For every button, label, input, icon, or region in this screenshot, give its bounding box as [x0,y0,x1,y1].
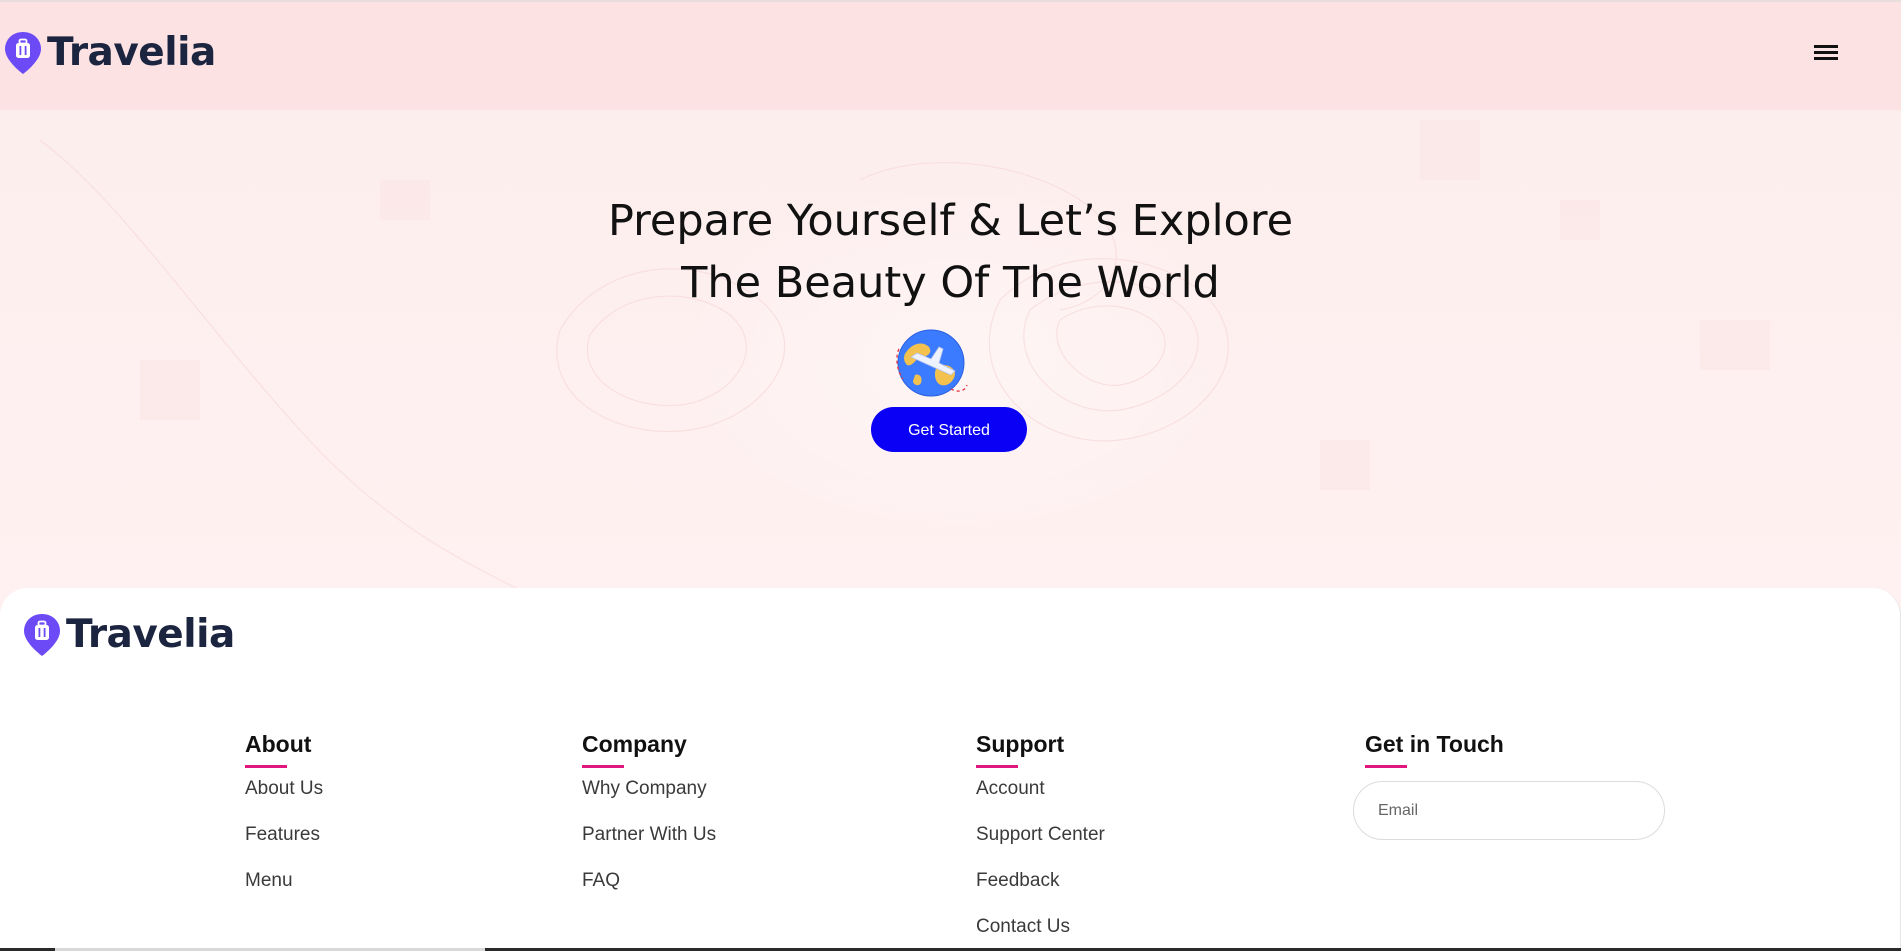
site-header: Travelia [0,0,1901,110]
brand-name: Travelia [47,30,216,75]
footer-link-why-company[interactable]: Why Company [582,778,716,800]
heading-underline [245,765,287,768]
luggage-pin-icon [22,613,62,657]
brand-logo[interactable]: Travelia [3,30,216,75]
footer-link-contact-us[interactable]: Contact Us [976,916,1105,938]
email-input[interactable] [1353,781,1665,840]
footer-link-partner-with-us[interactable]: Partner With Us [582,824,716,846]
footer-column-about: About About Us Features Menu [245,730,323,916]
hero-title: Prepare Yourself & Let’s Explore The Bea… [0,190,1901,314]
footer-link-features[interactable]: Features [245,824,323,846]
footer-link-support-center[interactable]: Support Center [976,824,1105,846]
hamburger-menu-icon[interactable] [1814,42,1840,64]
footer-link-menu[interactable]: Menu [245,870,323,892]
heading-underline [1365,765,1407,768]
footer-column-company: Company Why Company Partner With Us FAQ [582,730,716,916]
hero-title-line-1: Prepare Yourself & Let’s Explore [607,196,1294,246]
footer-link-faq[interactable]: FAQ [582,870,716,892]
footer-heading-support: Support [976,731,1065,757]
footer-link-account[interactable]: Account [976,778,1105,800]
luggage-pin-icon [3,31,43,75]
footer-heading-about: About [245,731,312,757]
hero-title-line-2: The Beauty Of The World [681,258,1220,308]
footer-column-get-in-touch: Get in Touch [1365,730,1504,778]
get-started-button[interactable]: Get Started [871,407,1027,452]
footer-brand-name: Travelia [66,612,235,657]
footer-heading-get-in-touch: Get in Touch [1365,731,1504,757]
footer-link-feedback[interactable]: Feedback [976,870,1105,892]
footer-column-support: Support Account Support Center Feedback … [976,730,1105,951]
footer-brand-logo[interactable]: Travelia [22,612,235,657]
site-footer: Travelia About About Us Features Menu Co… [0,588,1901,951]
footer-heading-company: Company [582,731,687,757]
globe-airplane-icon [893,327,971,399]
page: Travelia Prepare Yourself & Let’s Explor… [0,0,1901,951]
heading-underline [582,765,624,768]
footer-link-about-us[interactable]: About Us [245,778,323,800]
heading-underline [976,765,1018,768]
